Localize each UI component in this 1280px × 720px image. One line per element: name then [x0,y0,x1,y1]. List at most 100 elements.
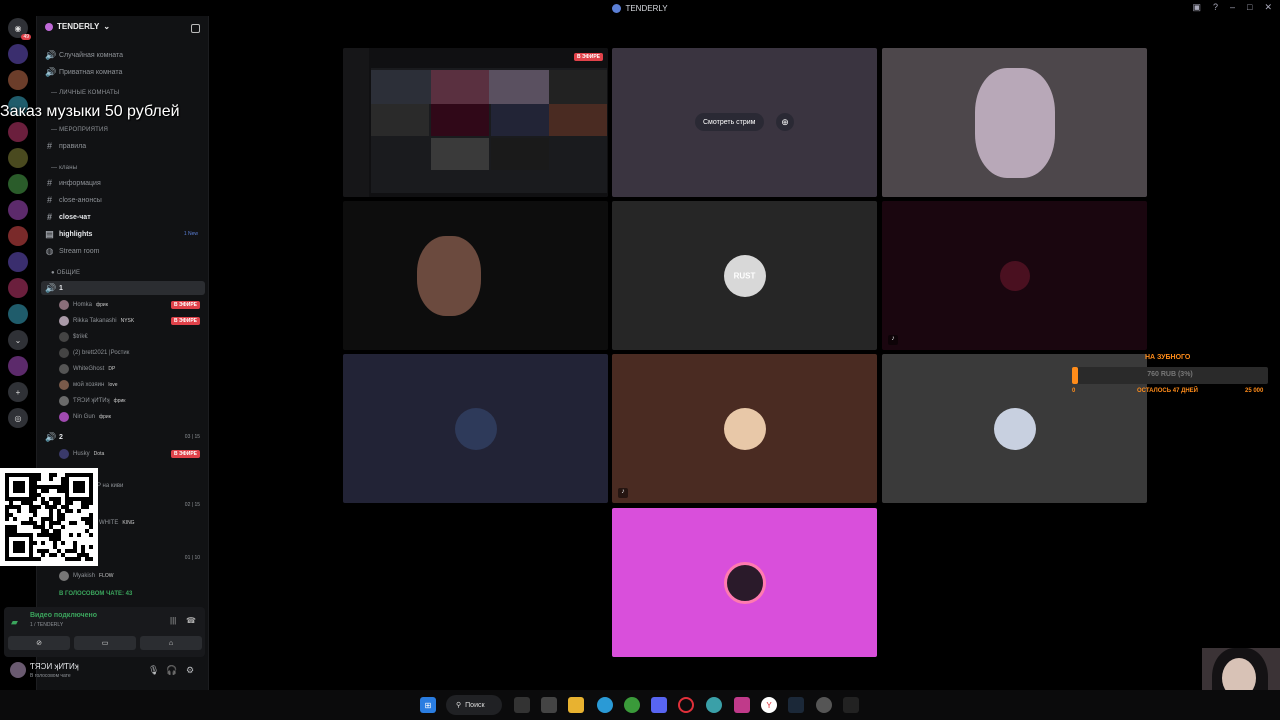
goal-max-label: 25 000 [1245,388,1264,394]
voice-user[interactable]: Rikka Takanashi NYSK [59,314,134,328]
text-channel[interactable]: ▤ highlights [45,227,92,241]
file-explorer-icon[interactable] [568,697,584,713]
avatar [59,316,69,326]
popout-icon[interactable]: ⊕ [776,113,794,131]
voice-user[interactable]: Myakish FLOW [59,569,113,583]
server-icon[interactable] [8,122,28,142]
voice-user[interactable]: Homka фрик [59,298,108,312]
voice-user[interactable]: мой хозяин love [59,378,118,392]
avatar[interactable] [10,662,26,678]
voice-user[interactable]: ƬЯƆИ ʞИƬИʞ фрик [59,394,125,408]
app-icon[interactable] [843,697,859,713]
app-icon[interactable] [734,697,750,713]
voice-count-row[interactable]: В ГОЛОСОВОМ ЧАТЕ: 43 [59,587,132,601]
server-icon[interactable] [8,304,28,324]
server-icon[interactable] [8,278,28,298]
server-icon[interactable] [8,70,28,90]
steam-icon[interactable] [788,697,804,713]
qr-module [89,557,93,561]
server-icon[interactable] [8,200,28,220]
rust-tile[interactable]: RUST [612,201,877,350]
server-icon[interactable] [8,356,28,376]
inbox-icon[interactable]: ▣ [1192,2,1201,13]
text-channel[interactable]: # close-чат [45,210,91,224]
headphones-icon[interactable]: 🎧 [166,665,177,676]
voice-user-partial[interactable]: WHITE KING [99,516,135,530]
voice-user[interactable]: Husky Dota [59,447,104,461]
speaker-icon: 🔊 [45,66,57,77]
screen-share-button[interactable]: ▭ [74,636,136,650]
voice-connection-panel: ▰ Видео подключено 1 / TENDERLY ||| ☎ ⊘ … [4,607,205,657]
server-icon[interactable] [8,252,28,272]
chrome-icon[interactable] [624,697,640,713]
watch-stream-button[interactable]: Смотреть стрим [695,113,764,131]
task-view-icon[interactable] [514,697,530,713]
server-icon[interactable] [8,44,28,64]
participant-tile[interactable]: ♪ [882,201,1147,350]
yandex-icon[interactable]: Y [761,697,777,713]
invite-icon[interactable] [191,24,200,33]
participant-tile[interactable]: ♪ [612,354,877,503]
live-badge: В ЭФИРЕ [170,301,200,309]
opera-icon[interactable] [678,697,694,713]
donation-goal-title: НА ЗУБНОГО [1145,354,1191,361]
maximize-button[interactable]: □ [1247,2,1252,13]
obs-icon[interactable] [816,697,832,713]
webcam-tile[interactable] [882,48,1147,197]
discover-icon[interactable]: ◎ [8,408,28,428]
activities-button[interactable]: ⌂ [140,636,202,650]
category-general[interactable]: ● ОБЩИЕ [51,270,80,276]
text-channel[interactable]: # close-анонсы [45,193,102,207]
voice-user[interactable]: $trik€ [59,330,88,344]
app-icon[interactable] [706,697,722,713]
voice-user-partial[interactable]: P на киви [97,479,123,493]
help-icon[interactable]: ? [1213,2,1218,13]
start-button[interactable]: ⊞ [420,697,436,713]
voice-user[interactable]: (2) brett2021 |Ростик [59,346,129,360]
discord-icon[interactable] [651,697,667,713]
screen-share-tile[interactable]: В ЭФИРЕ [343,48,608,197]
widgets-icon[interactable] [541,697,557,713]
category-events[interactable]: — МЕРОПРИЯТИЯ [51,127,108,133]
disconnect-icon[interactable]: ☎ [186,616,196,625]
voice-channel[interactable]: 🔊 Приватная комната [45,65,122,79]
server-icon[interactable] [8,148,28,168]
live-badge: В ЭФИРЕ [170,450,200,458]
text-channel-rules[interactable]: # правила [45,139,86,153]
server-icon[interactable] [8,226,28,246]
user-status: В голосовом чате [30,673,71,679]
home-button[interactable]: ◉ 49 [8,18,31,40]
participant-avatar [723,561,766,604]
speaker-icon: 🔊 [45,282,57,293]
voice-user[interactable]: Nin Gun фрик [59,410,111,424]
username[interactable]: ƬЯƆИ ʞИƬИʞ [30,662,79,671]
server-header[interactable]: TENDERLY ⌄ [45,22,110,31]
voice-channel-1[interactable]: 🔊 1 [45,281,63,295]
category-clans[interactable]: — кланы [51,165,77,171]
participant-tile[interactable] [343,354,608,503]
voice-user[interactable]: WhiteGhost DP [59,362,115,376]
webcam-tile[interactable] [343,201,608,350]
microphone-icon[interactable]: 🎙 [148,665,159,676]
telegram-icon[interactable] [597,697,613,713]
stream-preview-tile[interactable]: Смотреть стрим ⊕ [612,48,877,197]
close-button[interactable]: ✕ [1264,2,1272,13]
voice-channel-2[interactable]: 🔊 2 [45,430,63,444]
minimize-button[interactable]: – [1230,2,1235,13]
taskbar-search[interactable]: ⚲ Поиск [446,695,502,715]
server-icon[interactable] [8,174,28,194]
chevron-down-icon[interactable]: ⌄ [8,330,28,350]
stream-overlay-headline: Заказ музыки 50 рублей [0,103,180,120]
noise-suppression-icon[interactable]: ||| [170,616,176,625]
text-channel[interactable]: # информация [45,176,101,190]
camera-toggle-button[interactable]: ⊘ [8,636,70,650]
avatar [59,348,69,358]
avatar [59,300,69,310]
voice-channel[interactable]: 🔊 Случайная комната [45,48,123,62]
participant-tile[interactable] [612,508,877,657]
category-private-rooms[interactable]: — ЛИЧНЫЕ КОМНАТЫ [51,90,119,96]
voice-channel-sub[interactable]: 1 / TENDERLY [30,622,63,628]
gear-icon[interactable]: ⚙ [186,665,194,676]
add-server-icon[interactable]: + [8,382,28,402]
stage-channel[interactable]: ◍ Stream room [45,244,100,258]
